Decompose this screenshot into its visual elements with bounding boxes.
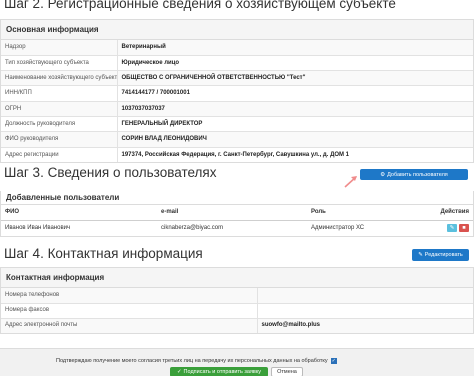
check-icon: ✓ (176, 369, 182, 375)
submit-button[interactable]: ✓ Подписать и отправить заявку (170, 367, 268, 376)
contacts-panel: Контактная информация Номера телефонов Н… (0, 267, 474, 334)
row-value: 1037037037037 (116, 100, 473, 117)
column-header-email: e-mail (157, 205, 307, 221)
column-header-fio: ФИО (1, 205, 157, 221)
row-label: Наименование хозяйствующего субъекта (1, 70, 117, 86)
pencil-icon: ✎ (418, 252, 423, 258)
table-row: Надзор Ветеринарный (1, 40, 473, 56)
row-label: ОГРН (1, 100, 117, 117)
table-row: Адрес электронной почты suowfo@mailto.pl… (1, 317, 473, 333)
table-row: Иванов Иван Иванович ciknaberza@biyac.co… (1, 220, 473, 236)
users-table: ФИО e-mail Роль Действия Иванов Иван Ива… (1, 205, 473, 236)
edit-contacts-button[interactable]: ✎ Редактировать (412, 249, 469, 261)
table-row: Тип хозяйствующего субъекта Юридическое … (1, 54, 473, 71)
row-label: Номера телефонов (1, 288, 257, 303)
pencil-icon: ✎ (449, 225, 455, 232)
row-value (256, 302, 473, 318)
row-label: ИНН/КПП (1, 85, 117, 102)
step2-title: Шаг 2. Регистрационные сведения о хозяйс… (4, 0, 396, 11)
user-role: Администратор ХС (307, 220, 427, 236)
row-value: 197374, Российская Федерация, г. Санкт-П… (116, 146, 473, 163)
cancel-button[interactable]: Отмена (271, 367, 303, 376)
row-value (256, 288, 473, 303)
cancel-button-label: Отмена (277, 369, 297, 375)
table-header-row: ФИО e-mail Роль Действия (1, 205, 473, 221)
table-row: ФИО руководителя СОРИН ВЛАД ЛЕОНИДОВИЧ (1, 131, 473, 148)
main-info-panel: Основная информация Надзор Ветеринарный … (0, 19, 474, 164)
row-value: ГЕНЕРАЛЬНЫЙ ДИРЕКТОР (116, 115, 473, 132)
row-label: Тип хозяйствующего субъекта (1, 54, 117, 71)
row-label: Адрес электронной почты (1, 317, 257, 333)
row-value: 7414144177 / 700001001 (116, 85, 473, 102)
row-label: Должность руководителя (1, 115, 117, 132)
column-header-actions: Действия (427, 205, 473, 221)
row-value: Юридическое лицо (116, 54, 473, 71)
consent-text: Подтверждаю получение моего согласия тре… (56, 358, 328, 364)
table-row: Наименование хозяйствующего субъекта ОБЩ… (1, 70, 473, 86)
users-panel: Добавленные пользователи ФИО e-mail Роль… (0, 191, 474, 237)
row-label: Номера факсов (1, 302, 257, 318)
main-info-table: Надзор Ветеринарный Тип хозяйствующего с… (1, 40, 473, 163)
row-label: ФИО руководителя (1, 131, 117, 148)
table-row: Номера факсов (1, 302, 473, 318)
row-value: СОРИН ВЛАД ЛЕОНИДОВИЧ (116, 131, 473, 148)
row-label: Надзор (1, 40, 117, 56)
table-row: ИНН/КПП 7414144177 / 700001001 (1, 85, 473, 102)
row-value: ОБЩЕСТВО С ОГРАНИЧЕННОЙ ОТВЕТСТВЕННОСТЬЮ… (116, 70, 473, 86)
add-user-button-label: Добавить пользователя (387, 171, 448, 178)
table-row: Адрес регистрации 197374, Российская Фед… (1, 146, 473, 163)
consent-checkbox[interactable]: ✓ (330, 358, 337, 364)
submit-button-label: Подписать и отправить заявку (183, 369, 262, 375)
step3-title: Шаг 3. Сведения о пользователях (4, 165, 217, 180)
step4-title: Шаг 4. Контактная информация (4, 246, 203, 261)
delete-user-button[interactable]: ■ (459, 224, 469, 233)
trash-icon: ■ (462, 225, 466, 232)
arrow-icon (344, 176, 357, 188)
table-row: Номера телефонов (1, 288, 473, 303)
gear-icon: ⚙ (380, 171, 386, 178)
contacts-table: Номера телефонов Номера факсов Адрес эле… (1, 288, 473, 333)
user-actions: ✎ ■ (427, 220, 473, 236)
table-row: ОГРН 1037037037037 (1, 100, 473, 117)
users-panel-title: Добавленные пользователи (1, 191, 473, 205)
user-email: ciknaberza@biyac.com (157, 220, 307, 236)
form-footer: Подтверждаю получение моего согласия тре… (0, 348, 474, 376)
add-user-button[interactable]: ⚙ Добавить пользователя (360, 169, 468, 180)
contacts-panel-title: Контактная информация (1, 268, 473, 288)
row-label: Адрес регистрации (1, 146, 117, 163)
row-value: Ветеринарный (116, 40, 473, 56)
consent-row: Подтверждаю получение моего согласия тре… (56, 358, 337, 364)
edit-contacts-button-label: Редактировать (424, 252, 463, 258)
user-fio: Иванов Иван Иванович (1, 220, 157, 236)
row-value: suowfo@mailto.plus (256, 317, 473, 333)
main-info-panel-title: Основная информация (1, 20, 473, 40)
edit-user-button[interactable]: ✎ (447, 224, 457, 233)
table-row: Должность руководителя ГЕНЕРАЛЬНЫЙ ДИРЕК… (1, 115, 473, 132)
column-header-role: Роль (307, 205, 427, 221)
check-icon: ✓ (331, 358, 336, 364)
